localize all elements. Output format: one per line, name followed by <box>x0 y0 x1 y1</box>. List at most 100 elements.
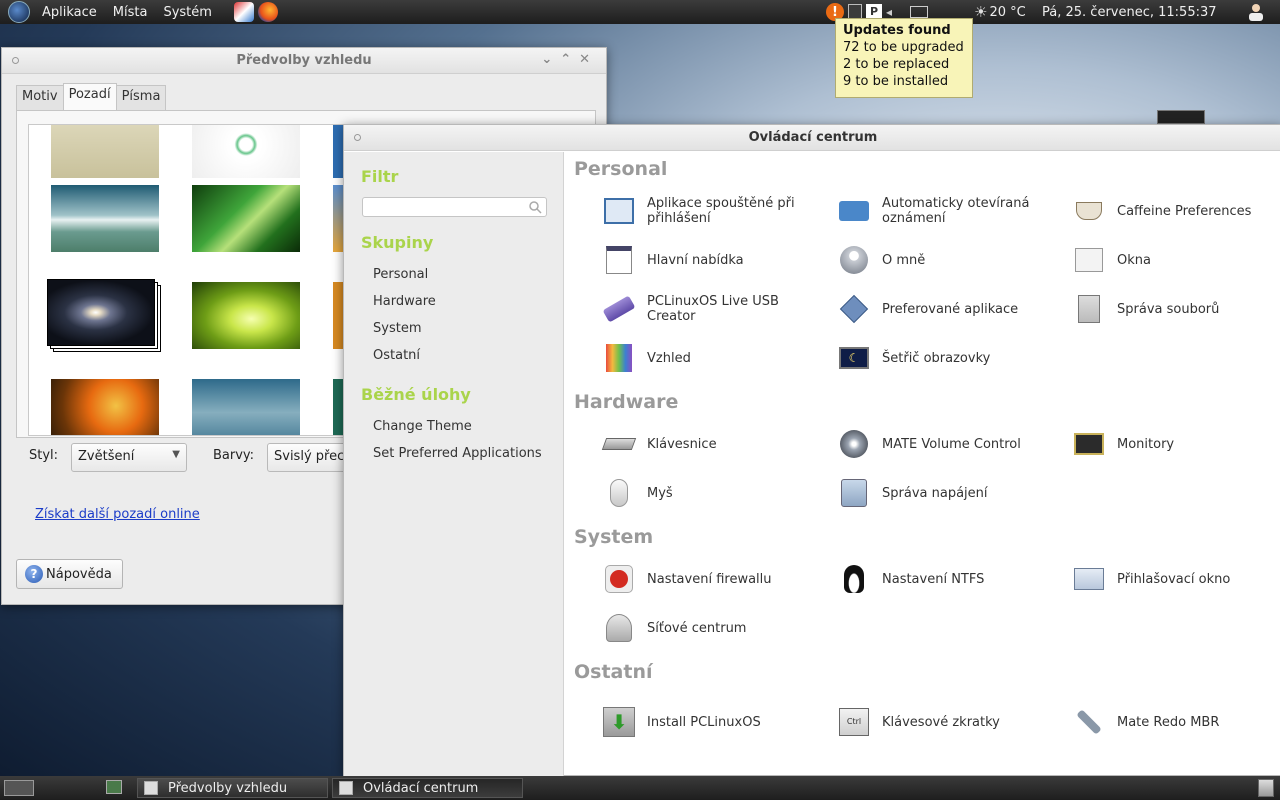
window-menu-icon[interactable] <box>12 57 19 64</box>
item-ntfs[interactable]: Nastavení NTFS <box>809 559 1037 599</box>
wallpaper-gallery[interactable] <box>28 124 348 436</box>
style-dropdown[interactable]: Zvětšení ▼ <box>71 443 187 472</box>
group-other[interactable]: Ostatní <box>373 348 420 363</box>
tab-theme[interactable]: Motiv <box>16 85 64 110</box>
item-windows[interactable]: Okna <box>1044 240 1272 280</box>
item-main-menu[interactable]: Hlavní nabídka <box>574 240 802 280</box>
item-label: Myš <box>647 485 673 501</box>
colors-label: Barvy: <box>213 448 255 463</box>
window-controls[interactable]: ⌄⌃✕ <box>541 52 598 67</box>
item-mate-redo-mbr[interactable]: Mate Redo MBR <box>1044 702 1272 742</box>
item-startup-apps[interactable]: Aplikace spouštěné při přihlášení <box>574 191 802 231</box>
item-label: Automaticky otevíraná oznámení <box>882 196 1030 226</box>
menu-system[interactable]: Systém <box>155 5 219 20</box>
window-title: Ovládací centrum <box>748 130 878 145</box>
item-label: O mně <box>882 252 926 268</box>
trash-icon[interactable] <box>1258 779 1274 797</box>
user-info-icon <box>837 243 871 277</box>
workspace-switcher-icon[interactable] <box>106 780 122 794</box>
item-volume-control[interactable]: MATE Volume Control <box>809 424 1037 464</box>
task-set-preferred-apps[interactable]: Set Preferred Applications <box>373 446 542 461</box>
item-mouse[interactable]: Myš <box>574 473 802 513</box>
wallpaper-thumbnail[interactable] <box>51 185 159 252</box>
item-label: Přihlašovací okno <box>1117 571 1231 587</box>
item-preferred-apps[interactable]: Preferované aplikace <box>809 289 1037 329</box>
wallpaper-thumbnail-selected[interactable] <box>47 279 155 346</box>
windows-icon <box>1072 243 1106 277</box>
filter-heading: Filtr <box>361 167 399 186</box>
item-notifications[interactable]: Automaticky otevíraná oznámení <box>809 191 1037 231</box>
item-file-management[interactable]: Správa souborů <box>1044 289 1272 329</box>
item-label: Klávesové zkratky <box>882 714 1000 730</box>
menu-places[interactable]: Místa <box>105 5 156 20</box>
group-hardware[interactable]: Hardware <box>373 294 436 309</box>
file-cabinet-icon <box>1072 292 1106 326</box>
coffee-cup-icon <box>1072 194 1106 228</box>
help-icon: ? <box>25 565 43 583</box>
network-icon <box>602 611 636 645</box>
tooltip-line: 9 to be installed <box>843 74 949 89</box>
keyboard-icon <box>601 427 637 461</box>
style-label: Styl: <box>29 448 59 463</box>
item-label: Monitory <box>1117 436 1175 452</box>
user-menu-icon[interactable] <box>1246 2 1266 22</box>
control-center-window: Ovládací centrum Filtr Skupiny Personal … <box>343 124 1280 777</box>
item-label: Síťové centrum <box>647 620 747 636</box>
task-change-theme[interactable]: Change Theme <box>373 419 472 434</box>
item-label: PCLinuxOS Live USB Creator <box>647 294 779 324</box>
tools-wrench-icon <box>1072 705 1106 739</box>
clock[interactable]: Pá, 25. červenec, 11:55:37 <box>1042 2 1217 22</box>
window-title: Předvolby vzhledu <box>236 53 372 68</box>
item-install-pclinuxos[interactable]: ⬇ Install PCLinuxOS <box>574 702 802 742</box>
item-keyboard[interactable]: Klávesnice <box>574 424 802 464</box>
category-heading-system: System <box>574 526 654 548</box>
notification-icon <box>837 194 871 228</box>
battery-icon[interactable] <box>910 6 928 18</box>
weather-temp: 20 °C <box>989 4 1026 20</box>
item-appearance[interactable]: Vzhled <box>574 338 802 378</box>
pclinuxos-logo-icon[interactable] <box>8 1 30 23</box>
wallpaper-thumbnail[interactable] <box>192 379 300 435</box>
control-center-titlebar[interactable]: Ovládací centrum <box>344 125 1280 151</box>
wallpaper-thumbnail[interactable] <box>51 379 159 435</box>
wallpaper-thumbnail[interactable] <box>192 282 300 349</box>
taskbar-item-control-center[interactable]: Ovládací centrum <box>332 778 523 798</box>
group-system[interactable]: System <box>373 321 421 336</box>
style-value: Zvětšení <box>78 449 135 464</box>
filter-input[interactable] <box>362 197 547 217</box>
more-backgrounds-link[interactable]: Získat další pozadí online <box>35 507 200 522</box>
item-power-management[interactable]: Správa napájení <box>809 473 1037 513</box>
groups-heading: Skupiny <box>361 233 434 252</box>
item-screensaver[interactable]: ☾ Šetřič obrazovky <box>809 338 1037 378</box>
tab-fonts[interactable]: Písma <box>115 85 167 110</box>
wallpaper-thumbnail[interactable] <box>192 185 300 252</box>
item-network-center[interactable]: Síťové centrum <box>574 608 802 648</box>
help-button[interactable]: ? Nápověda <box>16 559 123 589</box>
wallpaper-thumbnail[interactable] <box>51 125 159 178</box>
install-download-icon: ⬇ <box>602 705 636 739</box>
tab-background[interactable]: Pozadí <box>62 83 117 110</box>
category-heading-hardware: Hardware <box>574 391 679 413</box>
item-login-window[interactable]: Přihlašovací okno <box>1044 559 1272 599</box>
weather-applet[interactable]: ☀ 20 °C <box>974 2 1026 22</box>
item-firewall[interactable]: Nastavení firewallu <box>574 559 802 599</box>
item-live-usb[interactable]: PCLinuxOS Live USB Creator <box>574 289 802 329</box>
item-about-me[interactable]: O mně <box>809 240 1037 280</box>
menu-applications[interactable]: Aplikace <box>34 5 105 20</box>
wallpaper-thumbnail[interactable] <box>192 125 300 178</box>
show-desktop-icon[interactable] <box>4 780 34 796</box>
group-personal[interactable]: Personal <box>373 267 428 282</box>
taskbar-item-appearance[interactable]: Předvolby vzhledu <box>137 778 328 798</box>
item-keyboard-shortcuts[interactable]: Ctrl Klávesové zkratky <box>809 702 1037 742</box>
appearance-titlebar[interactable]: Předvolby vzhledu ⌄⌃✕ <box>2 48 606 74</box>
item-monitors[interactable]: Monitory <box>1044 424 1272 464</box>
tab-bar: Motiv Pozadí Písma <box>16 83 167 110</box>
mouse-icon <box>602 476 636 510</box>
bottom-taskbar: Předvolby vzhledu Ovládací centrum <box>0 776 1280 800</box>
window-menu-icon[interactable] <box>354 134 361 141</box>
volume-icon[interactable]: ◂ <box>886 5 900 19</box>
software-launcher-icon[interactable] <box>233 2 254 22</box>
tooltip-line: 2 to be replaced <box>843 57 950 72</box>
firefox-launcher-icon[interactable] <box>257 2 278 22</box>
item-caffeine[interactable]: Caffeine Preferences <box>1044 191 1272 231</box>
